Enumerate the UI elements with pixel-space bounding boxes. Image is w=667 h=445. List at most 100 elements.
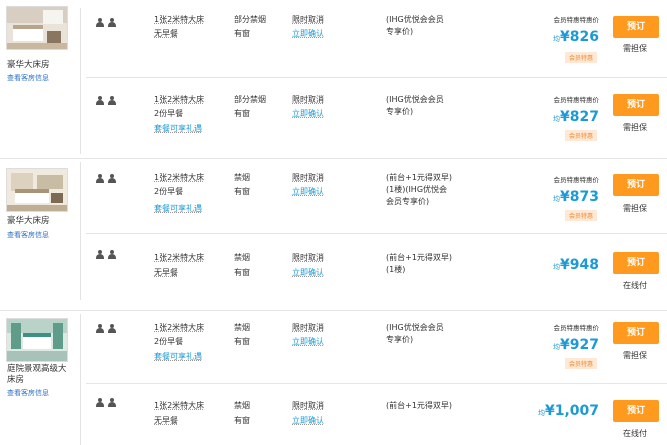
price: 均¥1,007 (538, 400, 599, 419)
window-info: 有窗 (234, 416, 250, 425)
book-button[interactable]: 预订 (613, 174, 659, 196)
rate-note: (1楼) (386, 265, 406, 274)
window-info: 有窗 (234, 29, 250, 38)
instant-confirm[interactable]: 立即确认 (292, 186, 324, 198)
room-name: 豪华大床房 (7, 216, 50, 226)
rate-row: 1张2米特大床 无早餐 禁烟 有窗 限时取消 立即确认 (前台+1元得双早) 均… (80, 386, 667, 445)
room-detail-link[interactable]: 查看客房信息 (7, 388, 49, 398)
book-button[interactable]: 预订 (613, 16, 659, 38)
room-photo[interactable] (6, 6, 68, 50)
bed-type[interactable]: 1张2米特大床 (154, 94, 204, 106)
price-avg-label: 均 (553, 343, 561, 351)
guests-icon (96, 18, 118, 28)
rate-row: 1张2米特大床 无早餐 禁烟 有窗 限时取消 立即确认 (前台+1元得双早) (… (80, 238, 667, 310)
guests-icon (96, 96, 118, 106)
payment-type: 需担保 (623, 351, 647, 360)
price-avg-label: 均 (553, 263, 561, 271)
price-label: 会员特惠特惠价 (553, 324, 600, 332)
payment-type: 需担保 (623, 44, 647, 53)
rate-note: (前台+1元得双早) (386, 253, 453, 262)
package-link[interactable]: 套餐可享礼遇 (154, 203, 202, 215)
payment-type: 在线付 (623, 429, 647, 438)
room-list: 豪华大床房 查看客房信息 1张2米特大床 无早餐 部分禁烟 有窗 限时取消 立即… (0, 0, 667, 445)
room-block: 豪华大床房 查看客房信息 1张2米特大床 2份早餐 套餐可享礼遇 禁烟 有窗 限… (0, 158, 667, 304)
room-block: 豪华大床房 查看客房信息 1张2米特大床 无早餐 部分禁烟 有窗 限时取消 立即… (0, 0, 667, 158)
divider (0, 310, 667, 311)
smoking-policy: 禁烟 (234, 401, 250, 410)
room-detail-link[interactable]: 查看客房信息 (7, 73, 49, 83)
cancel-policy[interactable]: 限时取消 (292, 14, 324, 26)
price-amount: ¥826 (560, 29, 599, 45)
meal-plan: 2份早餐 (154, 187, 184, 196)
room-block: 庭院景观高级大床房 查看客房信息 1张2米特大床 2份早餐 套餐可享礼遇 禁烟 … (0, 304, 667, 445)
bed-type[interactable]: 1张2米特大床 (154, 14, 204, 26)
price-amount: ¥827 (560, 109, 599, 125)
room-name: 庭院景观高级大床房 (7, 364, 67, 385)
instant-confirm[interactable]: 立即确认 (292, 108, 324, 120)
room-photo[interactable] (6, 318, 68, 362)
window-info: 有窗 (234, 268, 250, 277)
book-button[interactable]: 预订 (613, 400, 659, 422)
rate-row: 1张2米特大床 2份早餐 套餐可享礼遇 部分禁烟 有窗 限时取消 立即确认 (I… (80, 84, 667, 156)
rate-note: (IHG优悦会会员 (386, 323, 444, 332)
payment-type: 需担保 (623, 204, 647, 213)
bed-type[interactable]: 1张2米特大床 (154, 172, 204, 184)
instant-confirm[interactable]: 立即确认 (292, 28, 324, 40)
price-label: 会员特惠特惠价 (553, 176, 600, 184)
price-amount: ¥927 (560, 337, 599, 353)
cancel-policy[interactable]: 限时取消 (292, 252, 324, 264)
divider (86, 77, 667, 78)
book-button[interactable]: 预订 (613, 94, 659, 116)
cancel-policy[interactable]: 限时取消 (292, 400, 324, 412)
meal-plan[interactable]: 无早餐 (154, 267, 178, 279)
guests-icon (96, 174, 118, 184)
price-avg-label: 均 (553, 35, 561, 43)
meal-plan[interactable]: 无早餐 (154, 415, 178, 427)
divider (86, 233, 667, 234)
room-detail-link[interactable]: 查看客房信息 (7, 230, 49, 240)
payment-type: 需担保 (623, 123, 647, 132)
meal-plan: 2份早餐 (154, 337, 184, 346)
member-badge: 会员特惠 (564, 52, 597, 63)
meal-plan[interactable]: 无早餐 (154, 28, 178, 40)
smoking-policy: 禁烟 (234, 323, 250, 332)
price-avg-label: 均 (537, 409, 545, 417)
package-link[interactable]: 套餐可享礼遇 (154, 123, 202, 135)
room-name: 豪华大床房 (7, 60, 50, 70)
payment-type: 在线付 (623, 281, 647, 290)
book-button[interactable]: 预订 (613, 322, 659, 344)
instant-confirm[interactable]: 立即确认 (292, 267, 324, 279)
rate-note: (1楼)(IHG优悦会 (386, 185, 448, 194)
rate-note: (前台+1元得双早) (386, 173, 453, 182)
price-amount: ¥873 (560, 189, 599, 205)
price: 均¥826 (553, 26, 599, 45)
price: 均¥827 (553, 106, 599, 125)
instant-confirm[interactable]: 立即确认 (292, 415, 324, 427)
rate-note: (IHG优悦会会员 (386, 95, 444, 104)
window-info: 有窗 (234, 337, 250, 346)
cancel-policy[interactable]: 限时取消 (292, 94, 324, 106)
book-button[interactable]: 预订 (613, 252, 659, 274)
package-link[interactable]: 套餐可享礼遇 (154, 351, 202, 363)
guests-icon (96, 324, 118, 334)
bed-type[interactable]: 1张2米特大床 (154, 400, 204, 412)
divider (0, 158, 667, 159)
meal-plan: 2份早餐 (154, 109, 184, 118)
divider (86, 383, 667, 384)
bed-type[interactable]: 1张2米特大床 (154, 322, 204, 334)
price: 均¥873 (553, 186, 599, 205)
instant-confirm[interactable]: 立即确认 (292, 336, 324, 348)
smoking-policy: 禁烟 (234, 173, 250, 182)
rate-note: 专享价) (386, 335, 414, 344)
room-photo[interactable] (6, 168, 68, 212)
member-badge: 会员特惠 (564, 358, 597, 369)
price: 均¥948 (553, 254, 599, 273)
rate-note: (IHG优悦会会员 (386, 15, 444, 24)
bed-type[interactable]: 1张2米特大床 (154, 252, 204, 264)
price-amount: ¥1,007 (544, 403, 599, 419)
cancel-policy[interactable]: 限时取消 (292, 322, 324, 334)
price-label: 会员特惠特惠价 (553, 96, 600, 104)
cancel-policy[interactable]: 限时取消 (292, 172, 324, 184)
price-amount: ¥948 (560, 257, 599, 273)
rate-row: 1张2米特大床 2份早餐 套餐可享礼遇 禁烟 有窗 限时取消 立即确认 (IHG… (80, 312, 667, 384)
